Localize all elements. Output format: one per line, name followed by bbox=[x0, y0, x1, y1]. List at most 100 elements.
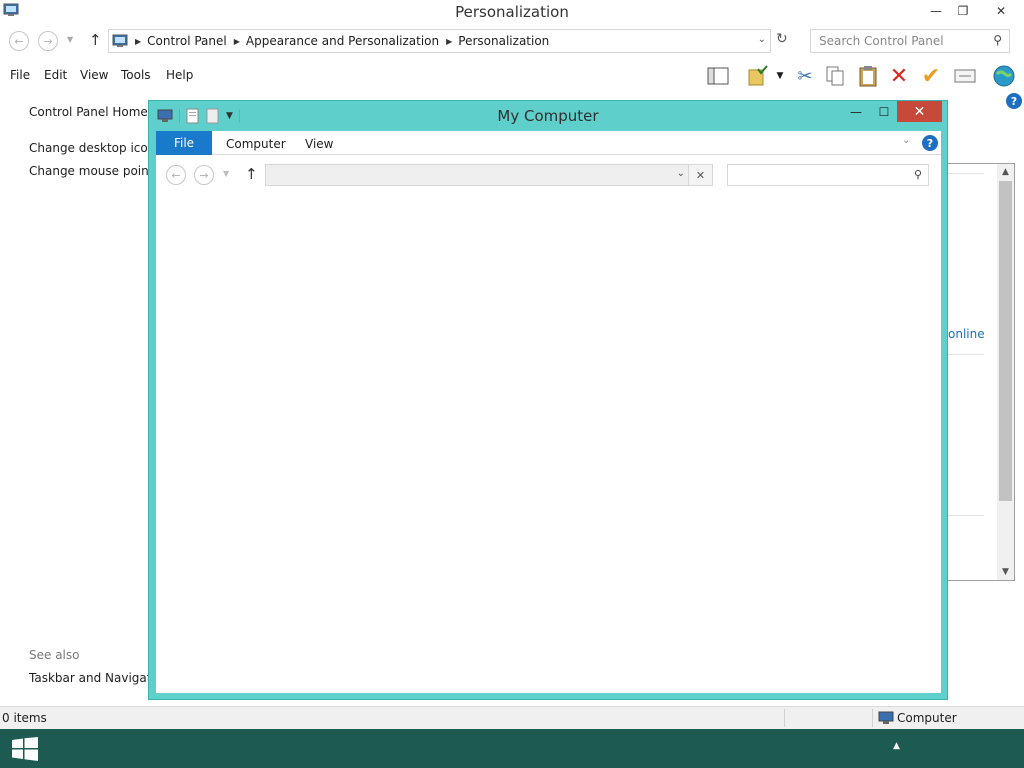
zone-label: Computer bbox=[897, 711, 957, 725]
clipboard-icon bbox=[859, 66, 877, 87]
divider bbox=[948, 354, 984, 355]
search-icon: ⚲ bbox=[913, 168, 922, 181]
forward-button[interactable]: → bbox=[38, 31, 58, 51]
help-button[interactable]: ? bbox=[1006, 93, 1022, 109]
arrow-right-icon: → bbox=[199, 168, 209, 182]
my-computer-title: My Computer bbox=[497, 107, 599, 125]
navigation-bar: ← → ▼ ↑ ▶ Control Panel ▶ Appearance and… bbox=[0, 26, 1024, 56]
up-button[interactable]: ↑ bbox=[245, 165, 258, 183]
title-bar: Personalization — ❐ ✕ bbox=[0, 0, 1024, 23]
cut-button[interactable]: ✂ bbox=[793, 62, 817, 90]
menu-file[interactable]: File bbox=[10, 68, 30, 82]
my-computer-window: ▼ My Computer — ☐ ✕ File Computer View ⌄… bbox=[148, 100, 948, 700]
arrow-left-icon: ← bbox=[14, 34, 24, 48]
windows-start-icon[interactable] bbox=[12, 737, 38, 761]
breadcrumb-control-panel[interactable]: Control Panel bbox=[147, 34, 227, 48]
change-desktop-icons-link[interactable]: Change desktop icons bbox=[29, 141, 162, 155]
delete-button[interactable]: ✕ bbox=[887, 62, 911, 90]
breadcrumb-personalization[interactable]: Personalization bbox=[458, 34, 549, 48]
folder-check-icon bbox=[748, 65, 768, 86]
computer-icon bbox=[878, 711, 894, 724]
up-button[interactable]: ↑ bbox=[89, 31, 102, 49]
window-title: Personalization bbox=[455, 3, 569, 21]
layout-pane-button[interactable] bbox=[705, 62, 731, 90]
divider bbox=[948, 515, 984, 516]
search-placeholder: Search Control Panel bbox=[819, 34, 944, 48]
close-icon: ✕ bbox=[695, 168, 706, 182]
divider bbox=[872, 709, 873, 727]
minimize-button[interactable]: — bbox=[921, 0, 951, 22]
control-panel-icon bbox=[112, 34, 128, 47]
status-bar: 0 items Computer bbox=[0, 706, 1024, 729]
arrow-left-icon: ← bbox=[171, 168, 181, 182]
scissors-icon: ✂ bbox=[797, 65, 813, 87]
folder-options-button[interactable] bbox=[745, 62, 771, 90]
recent-locations-dropdown[interactable]: ▼ bbox=[223, 169, 229, 178]
arrow-up-icon: ↑ bbox=[245, 165, 258, 183]
refresh-icon: ↻ bbox=[776, 31, 788, 47]
divider bbox=[784, 709, 785, 727]
search-input[interactable]: Search Control Panel ⚲ bbox=[810, 29, 1010, 53]
properties-button[interactable]: ✔ bbox=[918, 62, 944, 90]
search-icon: ⚲ bbox=[993, 33, 1002, 47]
forward-button[interactable]: → bbox=[194, 165, 214, 185]
control-panel-home-link[interactable]: Control Panel Home bbox=[29, 105, 148, 119]
globe-icon bbox=[993, 65, 1015, 87]
close-icon: ✕ bbox=[913, 103, 926, 120]
paste-button[interactable] bbox=[855, 62, 881, 90]
windows-update-button[interactable] bbox=[990, 62, 1018, 90]
vertical-scrollbar[interactable]: ▲ ▼ bbox=[997, 164, 1014, 580]
restore-button[interactable]: ❐ bbox=[948, 0, 978, 22]
menu-help[interactable]: Help bbox=[166, 68, 193, 82]
close-button[interactable]: ✕ bbox=[897, 101, 942, 122]
folder-options-dropdown[interactable]: ▼ bbox=[774, 62, 786, 90]
refresh-button[interactable]: ↻ bbox=[776, 31, 788, 47]
back-button[interactable]: ← bbox=[166, 165, 186, 185]
maximize-icon: ☐ bbox=[878, 105, 890, 119]
search-input[interactable]: ⚲ bbox=[727, 164, 929, 186]
expand-ribbon-chevron-icon[interactable]: ⌄ bbox=[902, 135, 910, 146]
layout-pane-icon bbox=[707, 67, 729, 85]
item-count: 0 items bbox=[2, 711, 47, 725]
ribbon-tabs: File Computer View ⌄ ? bbox=[156, 131, 941, 155]
see-also-heading: See also bbox=[29, 648, 80, 662]
menu-edit[interactable]: Edit bbox=[44, 68, 67, 82]
tab-computer[interactable]: Computer bbox=[226, 137, 286, 151]
breadcrumb-appearance[interactable]: Appearance and Personalization bbox=[246, 34, 439, 48]
chevron-up-icon[interactable]: ▲ bbox=[997, 164, 1014, 180]
address-bar[interactable]: ⌄ bbox=[265, 164, 689, 186]
close-button[interactable]: ✕ bbox=[986, 0, 1016, 22]
chevron-down-icon[interactable]: ⌄ bbox=[677, 168, 685, 179]
chevron-down-icon[interactable]: ▼ bbox=[997, 564, 1014, 580]
delete-x-icon: ✕ bbox=[889, 63, 909, 89]
recent-locations-dropdown[interactable]: ▼ bbox=[67, 35, 73, 44]
menu-view[interactable]: View bbox=[80, 68, 108, 82]
maximize-button[interactable]: ☐ bbox=[871, 101, 897, 123]
chevron-right-icon: ▶ bbox=[233, 36, 240, 46]
address-bar[interactable]: ▶ Control Panel ▶ Appearance and Persona… bbox=[108, 29, 771, 53]
arrow-up-icon: ↑ bbox=[89, 31, 102, 49]
chevron-right-icon: ▶ bbox=[446, 36, 453, 46]
explorer-body: File Computer View ⌄ ? ← → ▼ ↑ ⌄ ✕ ⚲ bbox=[156, 131, 941, 693]
menu-bar: File Edit View Tools Help ▼ ✂ ✕ ✔ bbox=[0, 62, 1024, 90]
minimize-button[interactable]: — bbox=[841, 101, 871, 123]
views-icon bbox=[954, 69, 976, 83]
menu-tools[interactable]: Tools bbox=[121, 68, 151, 82]
divider bbox=[948, 173, 984, 174]
clear-address-button[interactable]: ✕ bbox=[689, 164, 713, 186]
tab-view[interactable]: View bbox=[305, 137, 333, 151]
scrollbar-thumb[interactable] bbox=[999, 181, 1012, 501]
arrow-right-icon: → bbox=[43, 34, 53, 48]
copy-icon bbox=[826, 66, 844, 86]
copy-button[interactable] bbox=[823, 62, 847, 90]
views-button[interactable] bbox=[952, 62, 978, 90]
question-icon: ? bbox=[1010, 94, 1018, 108]
help-button[interactable]: ? bbox=[922, 135, 938, 151]
show-hidden-icons-button[interactable]: ▲ bbox=[893, 741, 900, 751]
navigation-bar: ← → ▼ ↑ ⌄ ✕ ⚲ bbox=[156, 162, 941, 188]
back-button[interactable]: ← bbox=[9, 31, 29, 51]
tab-file[interactable]: File bbox=[156, 131, 212, 155]
checkmark-icon: ✔ bbox=[921, 63, 941, 89]
get-more-themes-online-link[interactable]: online bbox=[948, 327, 985, 341]
chevron-down-icon[interactable]: ⌄ bbox=[758, 34, 766, 45]
